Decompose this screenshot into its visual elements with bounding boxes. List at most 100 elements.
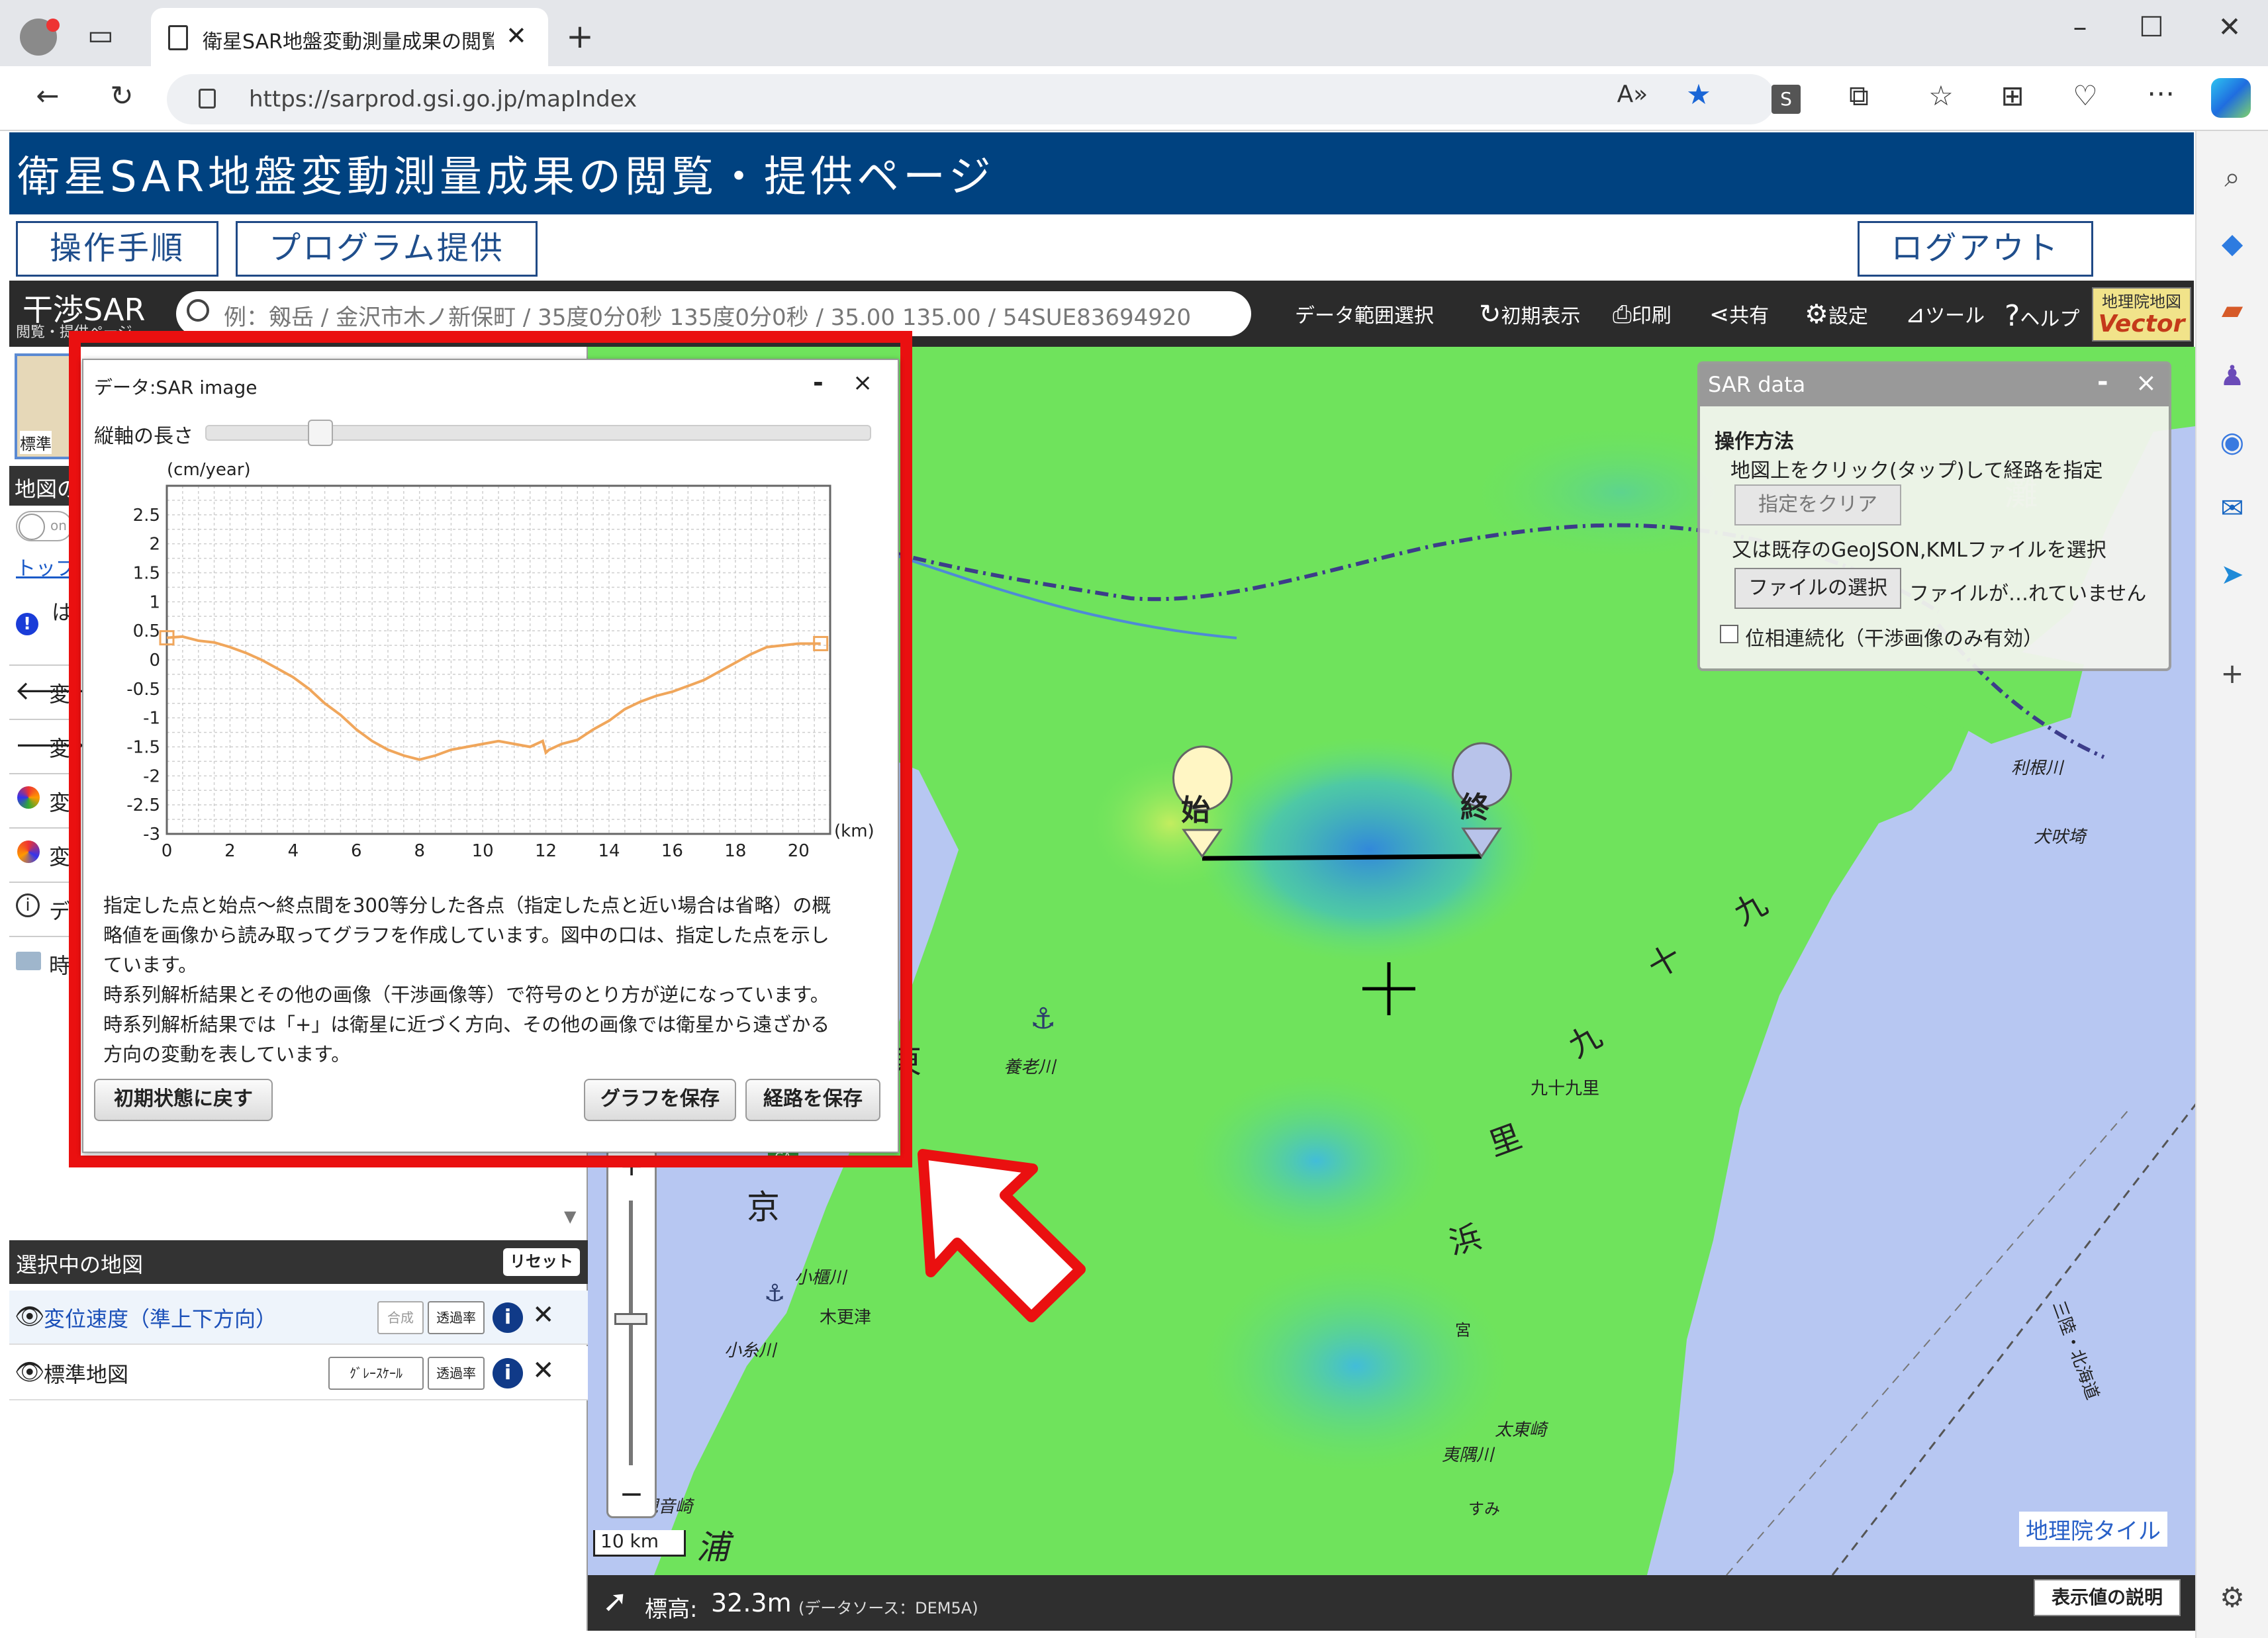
subsidence-area-far-south (1204, 1260, 1508, 1472)
layer-name[interactable]: 変位速度（準上下方向） (44, 1302, 277, 1333)
minimize-window-icon[interactable]: – (2061, 11, 2099, 43)
logout-button[interactable]: ログアウト (1858, 221, 2093, 277)
more-menu-icon[interactable]: ⋯ (2142, 77, 2179, 109)
layer-info-icon[interactable]: i (493, 1358, 523, 1388)
label-taito: 太東崎 (1495, 1420, 1547, 1440)
outlook-icon[interactable]: ✉ (2208, 484, 2256, 532)
new-tab-icon[interactable]: + (561, 17, 598, 56)
send-icon[interactable]: ➤ (2208, 551, 2256, 598)
read-aloud-icon[interactable]: A» (1614, 81, 1651, 108)
eye-icon[interactable]: 👁 (15, 1302, 45, 1330)
favorites-icon[interactable]: ☆ (1922, 79, 1960, 112)
zoom-out-button[interactable]: − (606, 1476, 657, 1516)
dialog-minimize[interactable]: - (813, 368, 824, 397)
procedure-button[interactable]: 操作手順 (16, 221, 218, 277)
phase-unwrap-checkbox[interactable] (1720, 625, 1738, 643)
settings-button[interactable]: ⚙設定 (1805, 299, 1868, 330)
file-select-button[interactable]: ファイルの選択 (1734, 568, 1901, 609)
sidebar-settings-icon[interactable]: ⚙ (2208, 1574, 2256, 1621)
games-icon[interactable]: ♟ (2208, 352, 2256, 400)
layer-name[interactable]: 標準地図 (44, 1358, 128, 1388)
tools-button[interactable]: ⊿ツール (1905, 299, 1985, 328)
layer-item-5[interactable]: iデ (9, 882, 75, 934)
extension-s-icon[interactable]: S (1772, 85, 1801, 114)
browser-health-icon[interactable]: ♡ (2067, 79, 2104, 112)
x-tick-label: 18 (724, 841, 746, 861)
add-sidebar-icon[interactable]: + (2208, 650, 2256, 698)
grayscale-button[interactable]: ｸﾞﾚｰｽｹｰﾙ (328, 1357, 424, 1390)
save-graph-button[interactable]: グラフを保存 (584, 1079, 736, 1121)
sar-data-close[interactable]: × (2136, 368, 2157, 397)
favorite-star-icon[interactable]: ★ (1680, 78, 1717, 111)
search-placeholder: 例：剱岳 / 金沢市木ノ新保町 / 35度0分0秒 135度0分0秒 / 35.… (224, 304, 1192, 331)
tab-actions-icon[interactable]: ▭ (82, 19, 119, 51)
slider-handle[interactable] (307, 420, 333, 446)
layer-info-icon[interactable]: i (493, 1302, 523, 1333)
location-arrow-icon[interactable]: ➚ (602, 1583, 628, 1619)
desc-line: 時系列解析結果では「+」は衛星に近づく方向、その他の画像では衛星から遠ざかる (103, 1013, 830, 1036)
x-tick-label: 4 (288, 841, 299, 861)
data-range-button[interactable]: データ範囲選択 (1295, 299, 1434, 328)
tools-briefcase-icon[interactable]: ▰ (2208, 286, 2256, 334)
shopping-tag-icon[interactable]: ◆ (2208, 220, 2256, 267)
anchor-icon-2: ⚓ (764, 1280, 786, 1307)
layer-item-2[interactable]: 🡒 変 (9, 719, 85, 772)
share-button[interactable]: ⋖共有 (1709, 299, 1769, 328)
layer-item-1[interactable]: 🡐 変 (9, 664, 85, 717)
gsi-vector-logo[interactable]: 地理院地図 Vector (2092, 287, 2191, 341)
browser-tab[interactable]: 衛星SAR地盤変動測量成果の閲覧 ✕ (151, 8, 548, 66)
extensions-icon[interactable]: ⧉ (1840, 79, 1877, 113)
toggle-knob (19, 514, 45, 540)
legend-button[interactable]: 表示値の説明 (2034, 1579, 2181, 1616)
refresh-icon[interactable]: ↻ (103, 79, 140, 112)
y-tick-label: 2 (149, 535, 160, 555)
info-row[interactable]: ! は (16, 596, 75, 655)
selected-layer-row[interactable]: 👁 変位速度（準上下方向） 合成 透過率 i ✕ (9, 1291, 588, 1345)
search-icon[interactable] (187, 299, 209, 322)
panel-scroll-down-icon[interactable]: ▼ (564, 1207, 576, 1226)
layer-item-4[interactable]: 変 (9, 827, 75, 880)
close-window-icon[interactable]: ✕ (2211, 11, 2248, 43)
x-tick-label: 10 (472, 841, 494, 861)
y-tick-label: -3 (143, 825, 160, 844)
back-icon[interactable]: ← (29, 79, 66, 112)
tab-close-icon[interactable]: ✕ (506, 21, 527, 50)
initial-view-label: 初期表示 (1501, 305, 1581, 328)
x-tick-label: 6 (351, 841, 362, 861)
axis-length-slider[interactable] (205, 425, 871, 441)
layer-item-6[interactable]: 時 (9, 936, 75, 989)
callout-arrow (918, 1149, 1086, 1322)
tile-credit[interactable]: 地理院タイル (2019, 1512, 2167, 1547)
layer-remove-icon[interactable]: ✕ (532, 1355, 555, 1386)
print-button[interactable]: ⎙印刷 (1613, 299, 1672, 329)
initial-view-button[interactable]: ↻初期表示 (1479, 299, 1581, 330)
help-button[interactable]: ?ヘルプ (2005, 299, 2079, 333)
opacity-button[interactable]: 透過率 (428, 1357, 485, 1390)
zoom-handle[interactable] (614, 1313, 647, 1325)
search-icon[interactable]: ⌕ (2208, 154, 2256, 201)
zoom-track[interactable] (629, 1201, 633, 1465)
color-globe-icon (17, 786, 40, 809)
eye-icon[interactable]: 👁 (15, 1358, 45, 1386)
tools-icon: ⊿ (1905, 301, 1926, 328)
layer-remove-icon[interactable]: ✕ (532, 1300, 555, 1330)
layer-item-3[interactable]: 変 (9, 773, 75, 826)
reset-view-button[interactable]: 初期状態に戻す (94, 1079, 273, 1121)
lock-icon[interactable] (199, 89, 216, 109)
collections-icon[interactable]: ⊞ (1994, 79, 2031, 112)
microsoft365-icon[interactable]: ◉ (2208, 418, 2256, 466)
save-route-button[interactable]: 経路を保存 (745, 1079, 880, 1121)
dialog-close[interactable]: × (853, 369, 873, 396)
program-button[interactable]: プログラム提供 (236, 221, 538, 277)
reset-button[interactable]: リセット (503, 1248, 580, 1276)
sar-data-minimize[interactable]: - (2097, 367, 2108, 397)
selected-layer-row[interactable]: 👁 標準地図 ｸﾞﾚｰｽｹｰﾙ 透過率 i ✕ (9, 1346, 588, 1400)
clear-route-button[interactable]: 指定をクリア (1734, 484, 1901, 525)
composite-button[interactable]: 合成 (377, 1301, 424, 1334)
top-link[interactable]: トップ (16, 552, 75, 581)
opacity-button[interactable]: 透過率 (428, 1301, 485, 1334)
toggle-switch[interactable]: on (16, 511, 73, 541)
maximize-window-icon[interactable]: ☐ (2133, 11, 2170, 43)
copilot-icon[interactable] (2211, 78, 2251, 118)
layer-item-5-label: デ (49, 899, 71, 924)
